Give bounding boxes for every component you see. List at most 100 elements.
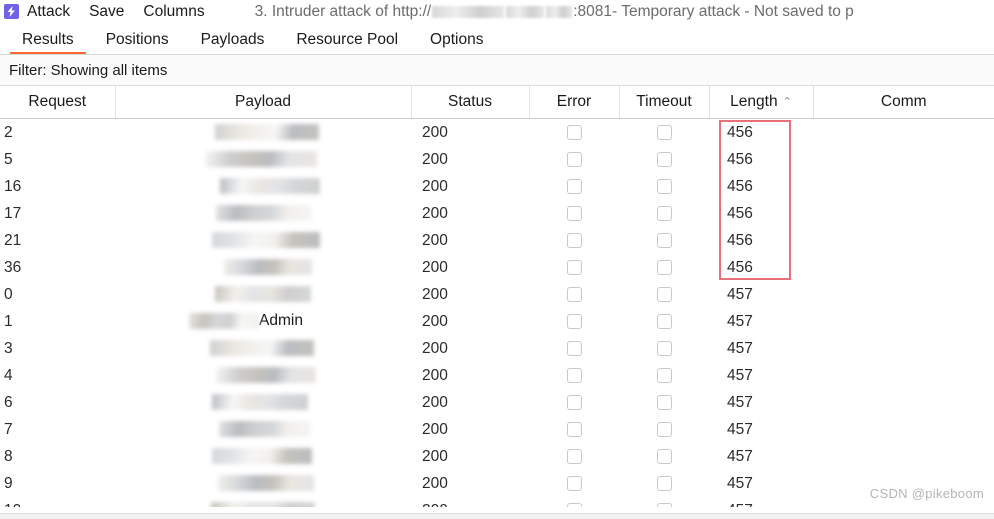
cell-comment bbox=[813, 335, 994, 362]
error-checkbox[interactable] bbox=[566, 448, 582, 464]
column-header-error-label: Error bbox=[556, 93, 592, 110]
table-row[interactable]: 17 200 456 bbox=[0, 200, 994, 227]
tab-options[interactable]: Options bbox=[414, 31, 499, 54]
timeout-checkbox[interactable] bbox=[656, 286, 672, 302]
error-checkbox[interactable] bbox=[566, 394, 582, 410]
table-row[interactable]: 7 200 457 bbox=[0, 416, 994, 443]
table-row[interactable]: 6 200 457 bbox=[0, 389, 994, 416]
cell-comment bbox=[813, 254, 994, 281]
error-checkbox[interactable] bbox=[566, 205, 582, 221]
menu-attack[interactable]: Attack bbox=[27, 3, 70, 21]
table-row[interactable]: 3 200 457 bbox=[0, 335, 994, 362]
table-row[interactable]: 0 200 457 bbox=[0, 281, 994, 308]
tab-payloads[interactable]: Payloads bbox=[185, 31, 281, 54]
redacted-payload bbox=[219, 421, 311, 438]
redacted-payload bbox=[215, 286, 311, 303]
cell-comment bbox=[813, 362, 994, 389]
error-checkbox[interactable] bbox=[566, 151, 582, 167]
cell-length: 456 bbox=[727, 123, 753, 141]
error-checkbox[interactable] bbox=[566, 232, 582, 248]
column-header-request[interactable]: Request bbox=[0, 86, 116, 119]
timeout-checkbox[interactable] bbox=[656, 448, 672, 464]
cell-timeout bbox=[619, 470, 709, 497]
timeout-checkbox[interactable] bbox=[656, 232, 672, 248]
tab-resource-pool[interactable]: Resource Pool bbox=[280, 31, 414, 54]
error-checkbox[interactable] bbox=[566, 124, 582, 140]
cell-error bbox=[529, 227, 619, 254]
table-row[interactable]: 36 200 456 bbox=[0, 254, 994, 281]
cell-comment bbox=[813, 227, 994, 254]
cell-comment bbox=[813, 416, 994, 443]
error-checkbox[interactable] bbox=[566, 313, 582, 329]
error-checkbox[interactable] bbox=[566, 340, 582, 356]
error-checkbox[interactable] bbox=[566, 286, 582, 302]
cell-length: 457 bbox=[727, 420, 753, 438]
table-row[interactable]: 9 200 457 bbox=[0, 470, 994, 497]
cell-request: 17 bbox=[4, 204, 22, 222]
cell-payload bbox=[115, 281, 411, 308]
redacted-host bbox=[432, 5, 505, 18]
filter-bar[interactable]: Filter: Showing all items bbox=[0, 55, 994, 86]
table-row[interactable]: 21 200 456 bbox=[0, 227, 994, 254]
column-header-status[interactable]: Status bbox=[411, 86, 530, 119]
timeout-checkbox[interactable] bbox=[656, 205, 672, 221]
timeout-checkbox[interactable] bbox=[656, 340, 672, 356]
error-checkbox[interactable] bbox=[566, 367, 582, 383]
column-header-length[interactable]: Length ⌃ bbox=[709, 86, 814, 119]
tab-positions[interactable]: Positions bbox=[90, 31, 185, 54]
table-row[interactable]: 5 200 456 bbox=[0, 146, 994, 173]
error-checkbox[interactable] bbox=[566, 502, 582, 507]
cell-length: 457 bbox=[727, 393, 753, 411]
cell-error bbox=[529, 362, 619, 389]
cell-payload bbox=[115, 200, 411, 227]
table-row[interactable]: 1 Admin 200 457 bbox=[0, 308, 994, 335]
column-header-error[interactable]: Error bbox=[529, 86, 620, 119]
cell-request: 16 bbox=[4, 177, 22, 195]
cell-comment bbox=[813, 281, 994, 308]
error-checkbox[interactable] bbox=[566, 259, 582, 275]
column-header-payload-label: Payload bbox=[234, 93, 291, 110]
cell-length: 457 bbox=[727, 339, 753, 357]
timeout-checkbox[interactable] bbox=[656, 313, 672, 329]
table-row[interactable]: 4 200 457 bbox=[0, 362, 994, 389]
redacted-payload bbox=[215, 124, 319, 141]
redacted-payload bbox=[218, 475, 314, 492]
table-row[interactable]: 10 200 457 bbox=[0, 497, 994, 507]
cell-payload: Admin bbox=[115, 308, 411, 335]
window-title-port: :8081 bbox=[573, 2, 613, 20]
column-header-comment[interactable]: Comm bbox=[813, 86, 994, 119]
redacted-payload bbox=[210, 340, 314, 357]
timeout-checkbox[interactable] bbox=[656, 394, 672, 410]
table-row[interactable]: 16 200 456 bbox=[0, 173, 994, 200]
cell-length: 456 bbox=[727, 258, 753, 276]
timeout-checkbox[interactable] bbox=[656, 367, 672, 383]
table-row[interactable]: 8 200 457 bbox=[0, 443, 994, 470]
timeout-checkbox[interactable] bbox=[656, 502, 672, 507]
cell-timeout bbox=[619, 362, 709, 389]
cell-error bbox=[529, 146, 619, 173]
menu-columns[interactable]: Columns bbox=[143, 3, 204, 21]
cell-timeout bbox=[619, 173, 709, 200]
error-checkbox[interactable] bbox=[566, 475, 582, 491]
cell-payload bbox=[115, 497, 411, 507]
column-header-payload[interactable]: Payload bbox=[115, 86, 412, 119]
column-header-timeout[interactable]: Timeout bbox=[619, 86, 710, 119]
cell-length: 456 bbox=[727, 204, 753, 222]
timeout-checkbox[interactable] bbox=[656, 124, 672, 140]
menu-save[interactable]: Save bbox=[89, 3, 124, 21]
tab-results[interactable]: Results bbox=[6, 31, 90, 54]
timeout-checkbox[interactable] bbox=[656, 475, 672, 491]
cell-status: 200 bbox=[422, 123, 448, 141]
table-row[interactable]: 2 200 456 bbox=[0, 119, 994, 147]
redacted-payload bbox=[212, 232, 320, 249]
results-table-body: 2 200 456 5 200 456 16 200 456 17 200 456 21 200 456 36… bbox=[0, 119, 994, 507]
error-checkbox[interactable] bbox=[566, 421, 582, 437]
error-checkbox[interactable] bbox=[566, 178, 582, 194]
cell-request: 2 bbox=[4, 123, 13, 141]
results-table-head: Request Payload Status Error Timeout Len… bbox=[0, 86, 994, 119]
cell-payload bbox=[115, 119, 411, 147]
timeout-checkbox[interactable] bbox=[656, 151, 672, 167]
timeout-checkbox[interactable] bbox=[656, 178, 672, 194]
timeout-checkbox[interactable] bbox=[656, 421, 672, 437]
timeout-checkbox[interactable] bbox=[656, 259, 672, 275]
